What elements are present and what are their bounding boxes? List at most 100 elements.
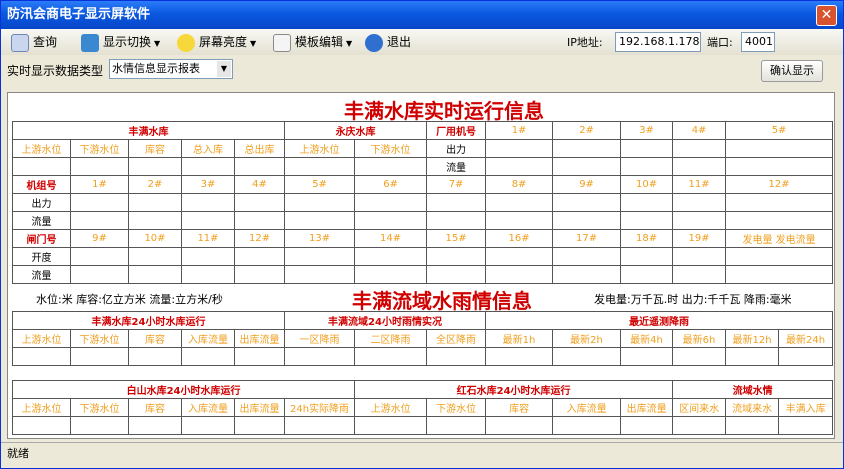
search-icon [11, 33, 29, 52]
exit-button[interactable]: 退出 [365, 31, 411, 53]
ip-label: IP地址: [567, 36, 603, 49]
basin-table-1: 丰满水库24小时水库运行 丰满流域24小时雨情实况 最近遥测降雨 上游水位 下游水… [12, 311, 834, 366]
table-cell: 入库流量 [181, 329, 235, 348]
template-label: 模板编辑 [295, 35, 344, 49]
display-switch-button[interactable]: 显示切换 ▼ [81, 31, 160, 53]
brightness-button[interactable]: 屏幕亮度 ▼ [177, 31, 256, 53]
data-type-select[interactable]: 水情信息显示报表 ▼ [109, 59, 233, 79]
table-cell: 一区降雨 [284, 329, 355, 348]
table-cell: 下游水位 [354, 139, 428, 158]
table-cell: 流量 [12, 211, 71, 230]
table-row: 白山水库24小时水库运行 红石水库24小时水库运行 流域水情 [11, 380, 834, 399]
table-cell: 库容 [128, 139, 182, 158]
table-cell: 区间来水 [672, 398, 727, 417]
table-cell: 12# [233, 229, 286, 248]
basin-table-2: 白山水库24小时水库运行 红石水库24小时水库运行 流域水情 上游水位 下游水位库… [11, 380, 834, 435]
port-field[interactable]: 4001 [741, 32, 775, 52]
table-cell: 9# [70, 229, 129, 248]
board-title-realtime: 丰满水库实时运行信息 [344, 99, 544, 123]
table-cell: 最新12h [725, 329, 780, 348]
table-cell: 最新24h [778, 329, 834, 348]
table-cell: 厂用机号 [426, 121, 487, 140]
table-cell: 出库流量 [234, 398, 285, 417]
table-row: 流量 [12, 211, 834, 230]
table-cell: 总出库 [233, 139, 286, 158]
display-panel: 丰满水库实时运行信息 丰满水库 永庆水库 厂用机号 1# 2# 3# 4# 5#… [7, 92, 835, 439]
table-cell: 下游水位 [70, 329, 129, 348]
table-row: 上游水位 下游水位 库容 入库流量 出库流量 一区降雨 二区降雨 全区降雨 最新1h 最新2h 最新… [12, 329, 834, 348]
table-cell: 18# [620, 229, 674, 248]
table-cell: 1# [70, 175, 129, 194]
table-cell: 14# [354, 229, 428, 248]
ip-address-field[interactable]: 192.168.1.178 [615, 32, 701, 52]
table-cell: 入库流量 [552, 398, 622, 417]
table-cell: 流域来水 [725, 398, 780, 417]
query-label: 查询 [33, 35, 58, 49]
table-cell: 3# [620, 121, 674, 140]
close-button[interactable]: ✕ [816, 5, 837, 26]
table-row: 开度 [12, 247, 834, 266]
table-cell: 出库流量 [234, 329, 285, 348]
table-cell: 最近遥测降雨 [485, 311, 834, 330]
title-bar: 防汛会商电子显示屏软件 ✕ [1, 1, 843, 29]
table-cell: 5# [725, 121, 834, 140]
table-cell: 下游水位 [70, 139, 129, 158]
table-cell: 最新4h [620, 329, 674, 348]
confirm-display-button[interactable]: 确认显示 [761, 60, 823, 82]
main-window: 防汛会商电子显示屏软件 ✕ 查询 显示切换 ▼ 屏幕亮度 ▼ 模板编辑 ▼ 退出 IP… [0, 0, 844, 469]
query-button[interactable]: 查询 [11, 31, 57, 53]
table-cell: 下游水位 [426, 398, 487, 417]
exit-label: 退出 [387, 35, 412, 49]
table-row: 上游水位 下游水位 库容 总入库 总出库 上游水位 下游水位 出力 [12, 139, 834, 158]
document-icon [273, 33, 291, 52]
table-cell: 总入库 [181, 139, 235, 158]
table-row: 闸门号 9# 10# 11# 12# 13# 14# 15# 16# 17# 18# 19# 发电量 发… [12, 229, 834, 248]
gen-flow-label: 发电流量 [775, 235, 816, 246]
table-cell: 4# [672, 121, 727, 140]
table-row: 丰满水库 永庆水库 厂用机号 1# 2# 3# 4# 5# [11, 121, 834, 140]
table-cell: 5# [284, 175, 356, 194]
table-cell: 15# [426, 229, 487, 248]
table-cell: 开度 [12, 247, 71, 266]
table-cell: 红石水库24小时水库运行 [354, 380, 674, 399]
toolbar: 查询 显示切换 ▼ 屏幕亮度 ▼ 模板编辑 ▼ 退出 IP地址: 192.168.1.… [1, 29, 843, 55]
table-cell: 丰满水库 [11, 121, 286, 140]
table-cell: 11# [181, 229, 235, 248]
chevron-down-icon: ▼ [217, 61, 231, 77]
chevron-down-icon: ▼ [346, 39, 353, 48]
template-edit-button[interactable]: 模板编辑 ▼ [273, 31, 352, 53]
table-cell: 19# [672, 229, 727, 248]
table-cell: 17# [552, 229, 622, 248]
table-cell: 闸门号 [12, 229, 71, 248]
table-cell: 4# [233, 175, 286, 194]
table-cell: 出力 [426, 139, 487, 158]
table-row [12, 347, 834, 366]
board-title-basin: 丰满流域水雨情信息 [352, 289, 532, 313]
realtime-table: 丰满水库 永庆水库 厂用机号 1# 2# 3# 4# 5# 上游水位 下游水位 库容… [11, 121, 834, 284]
data-type-label: 实时显示数据类型 [7, 64, 104, 78]
switch-icon [81, 33, 99, 52]
units-left: 水位:米 库容:亿立方米 流量:立方米/秒 [36, 293, 223, 306]
table-cell: 白山水库24小时水库运行 [11, 380, 356, 399]
status-text: 就绪 [7, 447, 29, 460]
table-cell: 丰满入库 [778, 398, 834, 417]
table-cell: 丰满水库24小时水库运行 [12, 311, 285, 330]
status-bar: 就绪 [1, 442, 843, 464]
table-cell: 13# [284, 229, 356, 248]
table-row: 流量 [12, 265, 834, 284]
switch-label: 显示切换 [103, 35, 152, 49]
table-cell: 机组号 [12, 175, 71, 194]
table-cell: 库容 [128, 398, 182, 417]
table-cell: 上游水位 [12, 398, 71, 417]
table-cell: 下游水位 [70, 398, 129, 417]
table-cell: 2# [552, 121, 622, 140]
table-cell: 全区降雨 [425, 329, 487, 348]
table-cell: 24h实际降雨 [283, 398, 356, 417]
table-cell: 出库流量 [620, 398, 674, 417]
table-row: 上游水位 下游水位 库容 入库流量 出库流量 24h实际降雨 上游水位 下游水位 库容 入库流量出… [12, 398, 834, 417]
units-right: 发电量:万千瓦.时 出力:千千瓦 降雨:毫米 [594, 293, 792, 306]
table-row: 出力 [12, 193, 834, 212]
table-cell: 丰满流域24小时雨情实况 [283, 311, 487, 330]
table-cell: 上游水位 [284, 139, 356, 158]
table-cell: 二区降雨 [354, 329, 427, 348]
